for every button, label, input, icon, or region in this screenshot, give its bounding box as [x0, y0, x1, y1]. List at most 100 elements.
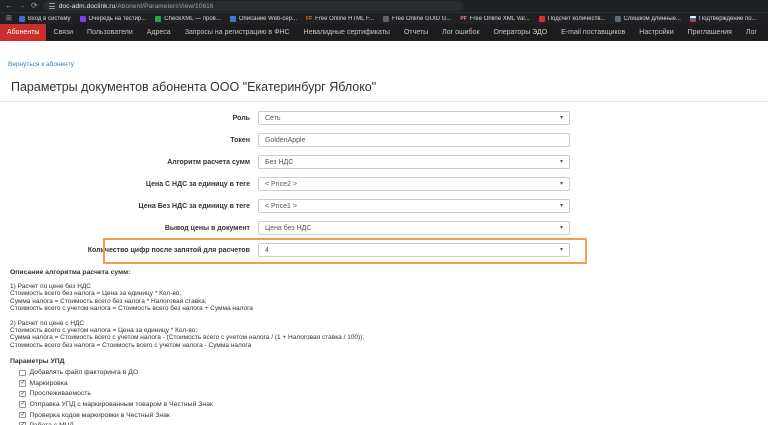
- bookmark-label: Free Online GUID G...: [391, 15, 452, 22]
- description-line: Стоимость всего с учетом налога = Стоимо…: [10, 305, 253, 313]
- form-select[interactable]: < Price1 > ▾: [258, 199, 570, 213]
- bookmark-label: Free Online HTML F...: [315, 15, 374, 22]
- nav-item-13[interactable]: Лог: [739, 24, 764, 41]
- form-label: Количество цифр после запятой для расчет…: [87, 246, 250, 254]
- checkbox[interactable]: [19, 390, 26, 398]
- select-value: Цена без НДС: [265, 224, 312, 232]
- bookmarks-bar: ⊞ Вход в систему Очередь на тестир... Chec…: [0, 12, 768, 24]
- description-line: Стоимость всего без налога = Стоимость в…: [10, 341, 252, 349]
- nav-item-7[interactable]: Отчеты: [397, 24, 435, 41]
- back-icon[interactable]: ←: [5, 2, 13, 10]
- checkbox-row: Маркировка: [19, 380, 768, 387]
- nav-item-14[interactable]: Джобы: [764, 24, 768, 41]
- chevron-down-icon: ▾: [559, 181, 563, 187]
- form-row: Вывод цены в документ Цена без НДС ▾: [0, 217, 768, 239]
- bookmark-favicon: [18, 15, 25, 22]
- nav-item-9[interactable]: Операторы ЭДО: [487, 24, 555, 41]
- checkbox-label: Проверка кодов маркировки в Честный Знак: [29, 411, 170, 419]
- nav-item-11[interactable]: Настройки: [632, 24, 680, 41]
- nav-item-5[interactable]: Запросы на регистрацию в ФНС: [178, 24, 297, 41]
- upd-heading: Параметры УПД: [10, 358, 65, 366]
- main-nav: Абоненты Связи Пользователи Адреса Запросы н…: [0, 24, 768, 41]
- bookmark-favicon: [79, 15, 86, 22]
- bookmark-favicon: [155, 15, 162, 22]
- site-info-icon[interactable]: [48, 3, 55, 9]
- checkbox[interactable]: [19, 369, 26, 376]
- chevron-down-icon: ▾: [559, 159, 563, 165]
- bookmark-favicon: [614, 15, 621, 22]
- parameters-form: Роль Сеть ▾ Токен GoldenApple Алгоритм расчет…: [0, 107, 768, 264]
- checkbox-label: Отправка УПД с маркированным товаром в Ч…: [29, 401, 213, 409]
- url-bar[interactable]: doc-adm.doclink.ru/Abonent/ParametersVie…: [42, 1, 463, 11]
- form-input[interactable]: GoldenApple: [258, 133, 570, 147]
- bookmark-item[interactable]: Описание Web-сер...: [229, 15, 298, 22]
- checkbox-label: Прослеживаемость: [29, 390, 91, 398]
- bookmark-item[interactable]: Подсчет количеств...: [538, 15, 606, 22]
- form-row: Токен GoldenApple: [0, 129, 768, 151]
- page-content: Вернуться к абоненту Параметры документо…: [0, 41, 768, 425]
- address-bar: ← → ⟳ doc-adm.doclink.ru/Abonent/Paramet…: [0, 0, 768, 12]
- back-to-abonent-link[interactable]: Вернуться к абоненту: [8, 61, 74, 68]
- form-select[interactable]: Цена без НДС ▾: [258, 221, 570, 235]
- browser-chrome: ← → ⟳ doc-adm.doclink.ru/Abonent/Paramet…: [0, 0, 768, 24]
- form-label: Вывод цены в документ: [164, 224, 250, 232]
- nav-item-8[interactable]: Лог ошибок: [435, 24, 486, 41]
- select-value: 4: [265, 246, 269, 254]
- checkbox-row: Добавлять файл факторинга в ДО: [19, 369, 768, 376]
- apps-grid-icon[interactable]: ⊞: [6, 15, 12, 23]
- bookmark-label: Подсчет количеств...: [547, 15, 606, 22]
- url-path: /Abonent/ParametersView/10616: [115, 2, 214, 10]
- bookmarks-list: Вход в систему Очередь на тестир... CheckX…: [18, 15, 762, 22]
- bookmark-label: Вход в систему: [27, 15, 71, 22]
- bookmark-item[interactable]: PF Free Online XML Val...: [460, 16, 529, 22]
- nav-item-3[interactable]: Пользователи: [80, 24, 140, 41]
- algorithm-description: Описание алгоритма расчета сумм: 1) Расч…: [10, 269, 768, 349]
- form-label: Цена С НДС за единицу в теге: [145, 180, 250, 188]
- upd-checkboxes: Добавлять файл факторинга в ДО Маркировка…: [19, 369, 768, 425]
- bookmark-favicon: PF: [460, 15, 467, 22]
- bookmark-item[interactable]: Слишком длинные...: [614, 15, 681, 22]
- select-value: < Price1 >: [265, 202, 297, 210]
- nav-item-6[interactable]: Невалидные сертификаты: [297, 24, 397, 41]
- form-select[interactable]: < Price2 > ▾: [258, 177, 570, 191]
- bookmark-favicon: [538, 15, 545, 22]
- form-row: Количество цифр после запятой для расчет…: [0, 238, 768, 264]
- bookmark-label: Очередь на тестир...: [88, 15, 147, 22]
- bookmark-item[interactable]: FF Free Online HTML F...: [306, 16, 374, 22]
- form-label: Роль: [232, 114, 250, 122]
- bookmark-label: CheckXML — пров...: [164, 15, 221, 22]
- checkbox-row: Отправка УПД с маркированным товаром в Ч…: [19, 401, 768, 408]
- nav-item-12[interactable]: Приглашения: [681, 24, 739, 41]
- forward-icon[interactable]: →: [18, 2, 26, 10]
- form-row: Цена Без НДС за единицу в теге < Price1 >…: [0, 195, 768, 217]
- nav-item-1[interactable]: Абоненты: [0, 24, 47, 41]
- description-line: Стоимость всего с учетом налога = Цена з…: [10, 327, 198, 335]
- form-label: Токен: [230, 136, 250, 144]
- form-select[interactable]: Сеть ▾: [258, 111, 570, 125]
- bookmark-item[interactable]: Подтверждение по...: [689, 15, 757, 22]
- bookmark-item[interactable]: Вход в систему: [18, 15, 71, 22]
- form-label: Алгоритм расчета сумм: [167, 158, 250, 166]
- description-block-2: 2) Расчет по цене с НДС Стоимость всего с…: [10, 320, 768, 350]
- bookmark-item[interactable]: Free Online GUID G...: [382, 15, 452, 22]
- reload-icon[interactable]: ⟳: [31, 2, 38, 10]
- bookmark-label: Free Online XML Val...: [469, 15, 530, 22]
- checkbox-label: Добавлять файл факторинга в ДО: [29, 369, 139, 377]
- form-select[interactable]: 4 ▾: [258, 243, 570, 257]
- bookmark-favicon: [382, 15, 389, 22]
- nav-item-4[interactable]: Адреса: [140, 24, 178, 41]
- bookmark-item[interactable]: Очередь на тестир...: [79, 15, 147, 22]
- checkbox[interactable]: [19, 411, 26, 419]
- checkbox[interactable]: [19, 401, 26, 408]
- description-line: Стоимость всего без налога = Цена за еди…: [10, 290, 182, 298]
- url-text: doc-adm.doclink.ru/Abonent/ParametersVie…: [59, 3, 214, 10]
- form-row: Алгоритм расчета сумм Без НДС ▾: [0, 151, 768, 173]
- nav-item-10[interactable]: E-mail поставщиков: [554, 24, 632, 41]
- checkbox[interactable]: [19, 380, 26, 387]
- form-select[interactable]: Без НДС ▾: [258, 155, 570, 169]
- url-domain: doc-adm.doclink.ru: [58, 2, 116, 10]
- nav-item-2[interactable]: Связи: [46, 24, 80, 41]
- description-block-1: 1) Расчет по цене без НДС Стоимость всего…: [10, 283, 768, 313]
- bookmark-label: Описание Web-сер...: [238, 15, 298, 22]
- bookmark-item[interactable]: CheckXML — пров...: [155, 15, 221, 22]
